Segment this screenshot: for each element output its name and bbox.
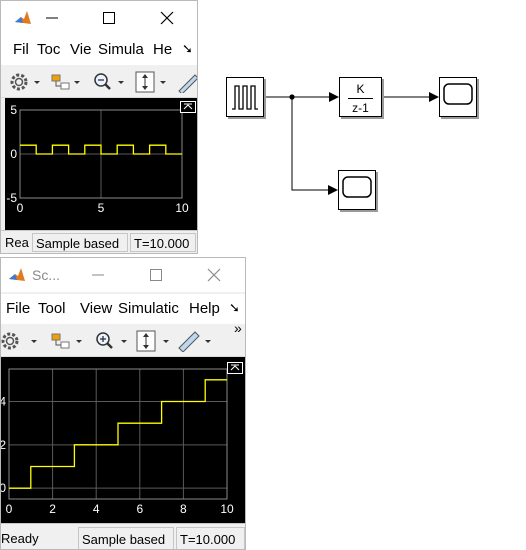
- scope-plot-1[interactable]: 50-50 5 10: [5, 98, 198, 230]
- x-tick-label: 0: [6, 502, 13, 516]
- menu-simulation[interactable]: Simulatic: [118, 300, 184, 317]
- pulse-wave-icon: [232, 85, 258, 110]
- close-button[interactable]: [200, 262, 228, 288]
- autoscale-icon[interactable]: [135, 330, 171, 352]
- scope-block-bottom[interactable]: [338, 170, 376, 210]
- y-tick-label: 0: [1, 481, 6, 495]
- signal-selector-icon[interactable]: [49, 71, 81, 93]
- y-tick-label: 5: [10, 103, 17, 117]
- menu-more-icon[interactable]: ➘: [182, 41, 193, 57]
- scope-plot-2[interactable]: 4 2 00 2 4 6 8 10: [1, 357, 245, 525]
- minimize-button[interactable]: [38, 5, 66, 31]
- scope-screen-icon: [443, 83, 473, 105]
- tf-numerator: K: [356, 82, 365, 96]
- x-tick-label: 10: [175, 201, 189, 215]
- minimize-button[interactable]: [84, 262, 112, 288]
- matlab-logo-icon: [8, 266, 26, 284]
- restore-axes-icon[interactable]: [180, 101, 196, 113]
- scope-window-1: Fil Toc Vie Simula He ➘ 5 0 -5 0 5 10 Re…: [0, 0, 198, 254]
- menu-tools[interactable]: Toc: [37, 41, 64, 58]
- menu-bar: File Tool View Simulatic Help ➘: [1, 294, 245, 324]
- matlab-logo-icon: [14, 9, 32, 27]
- plot-panel: 5 0 -5 0 5 10: [5, 98, 198, 230]
- model-canvas: K z-1: [215, 60, 526, 230]
- status-sim-time: T=10.000: [176, 527, 245, 549]
- title-bar: [1, 1, 197, 35]
- status-sampling-mode: Sample based: [32, 233, 128, 252]
- close-button[interactable]: [153, 5, 181, 31]
- status-ready: Ready: [1, 529, 61, 548]
- menu-view[interactable]: Vie: [70, 41, 93, 58]
- status-sim-time: T=10.000: [130, 233, 196, 252]
- y-tick-label: 0: [10, 147, 17, 161]
- toolbar-overflow-chevron[interactable]: »: [234, 320, 242, 336]
- measure-ruler-icon[interactable]: [175, 71, 198, 93]
- maximize-button[interactable]: [95, 5, 123, 31]
- menu-bar: Fil Toc Vie Simula He ➘: [1, 35, 197, 65]
- restore-axes-icon[interactable]: [227, 362, 243, 374]
- menu-simulation[interactable]: Simula: [98, 41, 147, 58]
- menu-view[interactable]: View: [80, 300, 113, 317]
- menu-help[interactable]: Help: [189, 300, 222, 317]
- menu-more-icon[interactable]: ➘: [229, 300, 240, 316]
- tf-fraction-bar: [348, 98, 373, 99]
- x-tick-label: 6: [136, 502, 143, 516]
- x-tick-label: 0: [17, 201, 24, 215]
- discrete-transfer-function-block[interactable]: K z-1: [339, 77, 382, 117]
- window-title: Sc...: [32, 267, 61, 283]
- menu-file[interactable]: File: [6, 300, 33, 317]
- settings-gear-icon[interactable]: [1, 330, 41, 352]
- signal-trace: [20, 144, 182, 155]
- zoom-icon[interactable]: [93, 330, 129, 352]
- measure-ruler-icon[interactable]: [177, 330, 213, 352]
- plot-panel: 4 2 00 2 4 6 8 10: [1, 357, 245, 525]
- status-sampling-mode: Sample based: [78, 527, 174, 549]
- title-bar: Sc...: [1, 258, 245, 292]
- y-tick-label: 2: [1, 438, 6, 452]
- x-tick-label: 8: [180, 502, 187, 516]
- y-tick-label: 4: [1, 395, 6, 409]
- toolbar: »: [1, 320, 245, 357]
- maximize-button[interactable]: [142, 262, 170, 288]
- signal-selector-icon[interactable]: [49, 330, 83, 352]
- settings-gear-icon[interactable]: [7, 71, 41, 93]
- x-tick-label: 5: [98, 201, 105, 215]
- status-bar: Ready Sample based T=10.000: [1, 523, 245, 549]
- scope-screen-icon: [342, 176, 372, 198]
- menu-help[interactable]: He: [153, 41, 175, 58]
- tf-denominator: z-1: [352, 101, 369, 115]
- x-tick-label: 2: [49, 502, 56, 516]
- zoom-icon[interactable]: [91, 71, 125, 93]
- x-tick-label: 10: [220, 502, 234, 516]
- x-tick-label: 4: [93, 502, 100, 516]
- menu-tools[interactable]: Tool: [38, 300, 74, 317]
- status-bar: Rea Sample based T=10.000: [1, 230, 197, 253]
- toolbar: [1, 67, 197, 98]
- status-ready: Rea: [3, 233, 31, 252]
- scope-window-2: Sc... File Tool View Simulatic Help ➘ » …: [0, 257, 246, 550]
- signal-trace: [9, 379, 227, 489]
- autoscale-icon[interactable]: [133, 71, 167, 93]
- scope-block-top[interactable]: [439, 77, 477, 117]
- pulse-generator-block[interactable]: [226, 77, 264, 117]
- menu-file[interactable]: Fil: [13, 41, 31, 58]
